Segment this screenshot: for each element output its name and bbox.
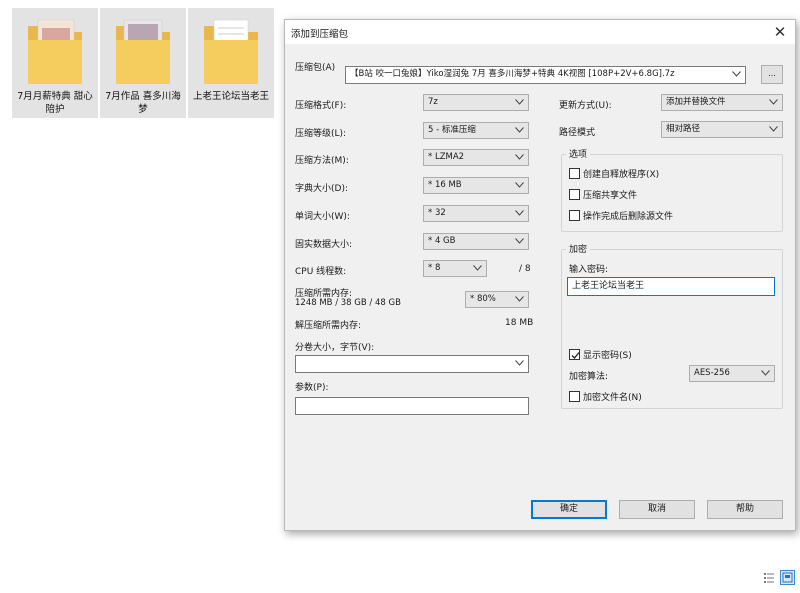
sfx-checkbox[interactable] xyxy=(569,168,580,179)
dict-size-label: 字典大小(D): xyxy=(295,184,348,194)
large-icons-view-icon[interactable] xyxy=(780,570,795,585)
params-label: 参数(P): xyxy=(295,383,329,393)
ok-button[interactable]: 确定 xyxy=(531,500,607,519)
folder-item[interactable]: 7月月薪特典 甜心陪护 xyxy=(12,8,98,118)
folder-icon xyxy=(28,19,82,84)
sfx-option[interactable]: 创建自释放程序(X) xyxy=(569,167,659,180)
threads-value: * 8 xyxy=(428,263,441,273)
threads-combo[interactable]: * 8 xyxy=(423,260,487,277)
archive-path-value: 【B站 咬一口兔娘】Yiko湿润兔 7月 喜多川海梦+特典 4K视图 [108P… xyxy=(350,69,675,79)
folder-label: 7月月薪特典 甜心陪护 xyxy=(17,91,93,115)
threads-label: CPU 线程数: xyxy=(295,267,347,277)
details-view-icon[interactable] xyxy=(762,570,777,585)
delete-source-option-label: 操作完成后删除源文件 xyxy=(583,212,674,222)
dict-size-combo[interactable]: * 16 MB xyxy=(423,177,529,194)
update-mode-combo[interactable]: 添加并替换文件 xyxy=(661,94,783,111)
method-value: * LZMA2 xyxy=(428,152,465,162)
folder-item[interactable]: 上老王论坛当老王 xyxy=(188,8,274,118)
shared-files-option[interactable]: 压缩共享文件 xyxy=(569,188,637,201)
folder-icon xyxy=(204,19,258,84)
chevron-down-icon xyxy=(515,95,525,110)
method-combo[interactable]: * LZMA2 xyxy=(423,149,529,166)
encryption-method-label: 加密算法: xyxy=(569,372,609,382)
folder-label: 上老王论坛当老王 xyxy=(192,91,269,102)
mem-usage-value: * 80% xyxy=(470,294,496,304)
folder-icon xyxy=(116,19,170,84)
path-mode-combo[interactable]: 相对路径 xyxy=(661,121,783,138)
shared-files-checkbox[interactable] xyxy=(569,189,580,200)
cancel-button[interactable]: 取消 xyxy=(619,500,695,519)
solid-size-label: 固实数据大小: xyxy=(295,240,353,250)
encryption-method-combo[interactable]: AES-256 xyxy=(689,365,775,382)
format-combo[interactable]: 7z xyxy=(423,94,529,111)
encrypt-names-label: 加密文件名(N) xyxy=(583,393,642,403)
options-group-title: 选项 xyxy=(566,147,591,160)
split-size-combo[interactable] xyxy=(295,355,529,373)
chevron-down-icon xyxy=(473,261,483,276)
archive-label: 压缩包(A) xyxy=(295,63,336,73)
browse-button[interactable]: ... xyxy=(761,65,783,84)
close-button[interactable]: ✕ xyxy=(771,23,789,41)
chevron-down-icon xyxy=(515,123,525,138)
threads-total: / 8 xyxy=(519,264,531,274)
chevron-down-icon xyxy=(769,95,779,110)
password-input[interactable]: 上老王论坛当老王 xyxy=(567,277,775,296)
dict-size-value: * 16 MB xyxy=(428,180,462,190)
mem-comp-detail: 1248 MB / 38 GB / 48 GB xyxy=(295,298,401,308)
word-size-combo[interactable]: * 32 xyxy=(423,205,529,222)
format-value: 7z xyxy=(428,97,438,107)
chevron-down-icon xyxy=(515,234,525,249)
delete-source-option[interactable]: 操作完成后删除源文件 xyxy=(569,209,673,222)
method-label: 压缩方法(M): xyxy=(295,156,349,166)
add-to-archive-dialog: 添加到压缩包 ✕ 压缩包(A) 【B站 咬一口兔娘】Yiko湿润兔 7月 喜多川… xyxy=(284,19,796,531)
folder-item[interactable]: 7月作品 喜多川海梦 xyxy=(100,8,186,118)
word-size-value: * 32 xyxy=(428,208,446,218)
dialog-title: 添加到压缩包 xyxy=(291,29,349,40)
solid-size-value: * 4 GB xyxy=(428,236,456,246)
show-password-label: 显示密码(S) xyxy=(583,351,632,361)
checkmark-icon xyxy=(571,352,580,359)
chevron-down-icon xyxy=(515,292,525,307)
level-label: 压缩等级(L): xyxy=(295,129,347,139)
encrypt-names-option[interactable]: 加密文件名(N) xyxy=(569,390,642,403)
level-combo[interactable]: 5 - 标准压缩 xyxy=(423,122,529,139)
solid-size-combo[interactable]: * 4 GB xyxy=(423,233,529,250)
encrypt-names-checkbox[interactable] xyxy=(569,391,580,402)
show-password-checkbox[interactable] xyxy=(569,349,580,360)
chevron-down-icon xyxy=(732,67,742,82)
archive-path-combo[interactable]: 【B站 咬一口兔娘】Yiko湿润兔 7月 喜多川海梦+特典 4K视图 [108P… xyxy=(345,66,746,84)
show-password-option[interactable]: 显示密码(S) xyxy=(569,348,632,361)
chevron-down-icon xyxy=(761,366,771,381)
chevron-down-icon xyxy=(515,178,525,193)
params-input[interactable] xyxy=(295,397,529,415)
shared-files-option-label: 压缩共享文件 xyxy=(583,191,638,201)
mem-decomp-label: 解压缩所需内存: xyxy=(295,321,362,331)
path-mode-value: 相对路径 xyxy=(666,124,701,134)
encryption-group-title: 加密 xyxy=(566,242,591,255)
mem-usage-combo[interactable]: * 80% xyxy=(465,291,529,308)
level-value: 5 - 标准压缩 xyxy=(428,125,476,135)
delete-source-checkbox[interactable] xyxy=(569,210,580,221)
encryption-method-value: AES-256 xyxy=(694,368,730,378)
update-mode-label: 更新方式(U): xyxy=(559,101,612,111)
update-mode-value: 添加并替换文件 xyxy=(666,97,726,107)
view-mode-toggle xyxy=(762,570,795,585)
path-mode-label: 路径模式 xyxy=(559,128,596,138)
folder-label: 7月作品 喜多川海梦 xyxy=(105,91,181,115)
word-size-label: 单词大小(W): xyxy=(295,212,350,222)
help-button[interactable]: 帮助 xyxy=(707,500,783,519)
password-label: 输入密码: xyxy=(569,265,609,275)
sfx-option-label: 创建自释放程序(X) xyxy=(583,170,660,180)
chevron-down-icon xyxy=(769,122,779,137)
chevron-down-icon xyxy=(515,206,525,221)
mem-decomp-value: 18 MB xyxy=(505,318,534,328)
chevron-down-icon xyxy=(515,356,525,371)
split-label: 分卷大小，字节(V): xyxy=(295,343,375,353)
title-bar: 添加到压缩包 ✕ xyxy=(285,20,795,44)
format-label: 压缩格式(F): xyxy=(295,101,347,111)
chevron-down-icon xyxy=(515,150,525,165)
